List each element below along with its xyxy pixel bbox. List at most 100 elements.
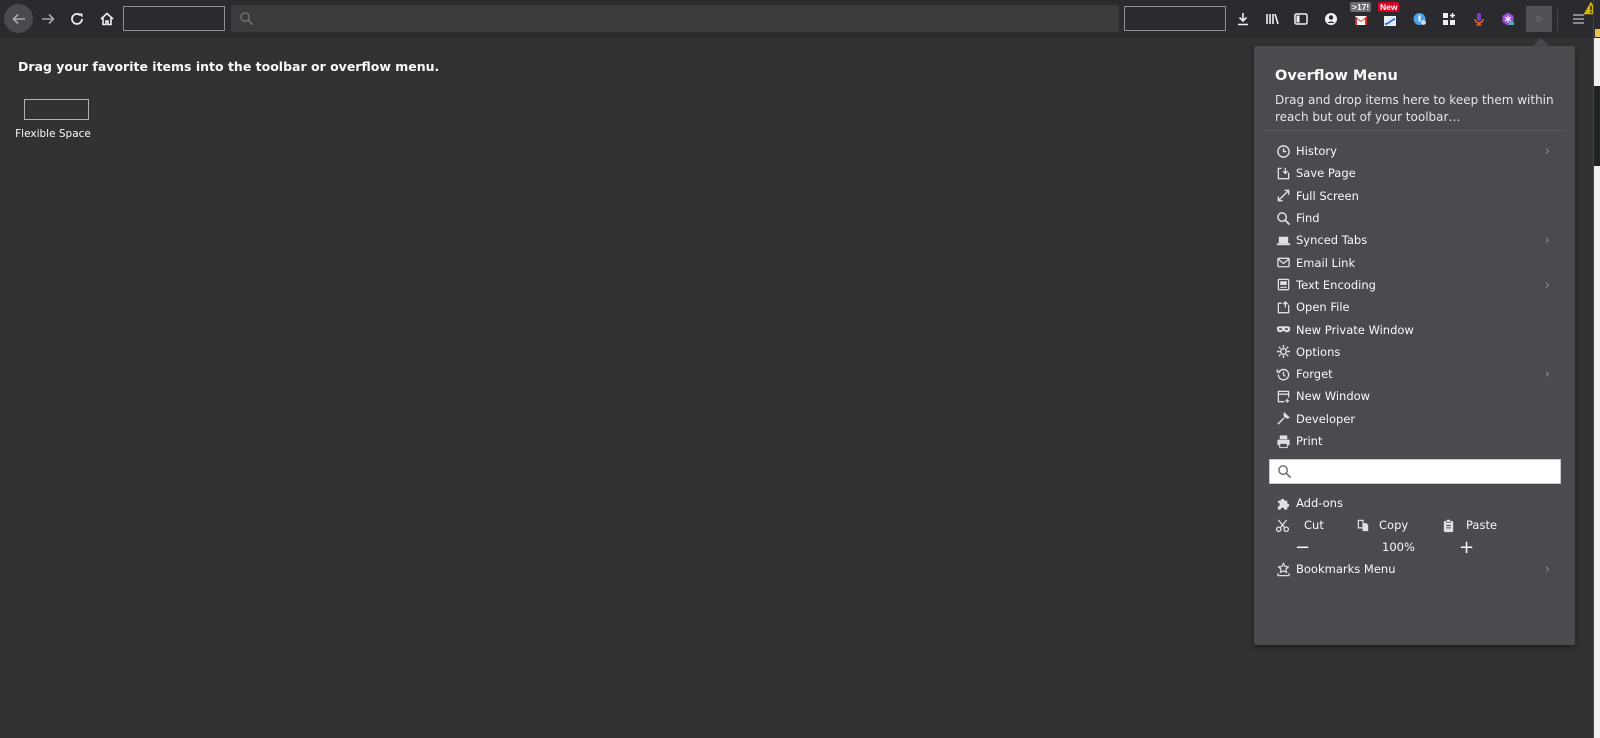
- background-window-edge: [1593, 0, 1600, 738]
- menu-item-label: Print: [1296, 434, 1323, 448]
- menu-item-label: Add-ons: [1296, 496, 1343, 511]
- account-button[interactable]: [1317, 5, 1345, 33]
- main-menu-button[interactable]: [1565, 1, 1599, 33]
- save-page-icon: [1275, 165, 1291, 181]
- gmail-extension-button[interactable]: >17!: [1347, 2, 1375, 33]
- copy-label: Copy: [1379, 518, 1409, 532]
- printer-icon: [1275, 433, 1291, 449]
- menu-item-developer[interactable]: Developer: [1264, 408, 1565, 430]
- paste-button[interactable]: Paste: [1441, 514, 1497, 536]
- open-file-icon: [1275, 299, 1291, 315]
- forward-button[interactable]: [34, 5, 62, 33]
- menu-item-history[interactable]: History ›: [1264, 140, 1565, 162]
- double-chevron-icon: »: [1534, 11, 1544, 27]
- chevron-right-icon: ›: [1544, 277, 1550, 293]
- mask-icon: [1275, 322, 1291, 338]
- overflow-menu-panel: Overflow Menu Drag and drop items here t…: [1254, 46, 1575, 645]
- menu-item-forget[interactable]: Forget ›: [1264, 363, 1565, 385]
- extension-button[interactable]: [1406, 5, 1434, 33]
- flexible-space-label: Flexible Space: [15, 128, 91, 140]
- panel-search-field[interactable]: [1269, 459, 1561, 484]
- panel-search-input[interactable]: [1292, 464, 1560, 479]
- scissors-icon: [1275, 518, 1290, 532]
- menu-item-synced-tabs[interactable]: Synced Tabs ›: [1264, 229, 1565, 251]
- panel-title: Overflow Menu: [1275, 68, 1398, 84]
- apps-icon: [1443, 13, 1455, 25]
- chevron-right-icon: ›: [1544, 562, 1550, 577]
- menu-item-new-private-window[interactable]: New Private Window: [1264, 318, 1565, 340]
- home-button[interactable]: [93, 5, 121, 33]
- bookmarks-container: Bookmarks Menu ›: [1264, 558, 1565, 580]
- puzzle-icon: [1275, 495, 1291, 511]
- downloads-button[interactable]: [1229, 5, 1257, 33]
- zoom-out-button[interactable]: −: [1295, 536, 1310, 558]
- menu-item-label: Email Link: [1296, 255, 1356, 270]
- addons-container: Add-ons: [1264, 492, 1565, 514]
- menu-item-find[interactable]: Find: [1264, 207, 1565, 229]
- menu-item-label: New Private Window: [1296, 322, 1414, 337]
- menu-item-text-encoding[interactable]: Text Encoding ›: [1264, 274, 1565, 296]
- zoom-level: 100%: [1382, 540, 1415, 554]
- zoom-in-button[interactable]: +: [1459, 536, 1474, 558]
- extension-icon: [1413, 13, 1426, 25]
- url-input[interactable]: [254, 11, 1119, 26]
- arrow-left-icon: [11, 13, 25, 24]
- menu-item-label: Forget: [1296, 367, 1333, 382]
- cut-label: Cut: [1304, 518, 1324, 532]
- arrow-right-icon: [42, 13, 55, 25]
- flexible-space-placeholder: [1124, 6, 1226, 31]
- menu-item-print[interactable]: Print: [1264, 430, 1565, 452]
- reload-icon: [71, 13, 83, 25]
- menu-item-label: Text Encoding: [1296, 277, 1376, 292]
- library-button[interactable]: [1258, 5, 1286, 33]
- slides-extension-button[interactable]: New: [1376, 2, 1404, 33]
- clipboard-icon: [1443, 518, 1454, 532]
- copy-icon: [1357, 519, 1369, 531]
- customize-hint: Drag your favorite items into the toolba…: [18, 59, 440, 74]
- menu-item-new-window[interactable]: New Window: [1264, 385, 1565, 407]
- search-icon: [1278, 465, 1292, 479]
- cut-button[interactable]: Cut: [1275, 514, 1324, 536]
- menu-item-label: Save Page: [1296, 166, 1356, 181]
- menu-item-label: New Window: [1296, 389, 1371, 404]
- panel-description: Drag and drop items here to keep them wi…: [1275, 93, 1554, 124]
- menu-item-addons[interactable]: Add-ons: [1264, 492, 1565, 514]
- paste-label: Paste: [1466, 518, 1498, 532]
- menu-item-full-screen[interactable]: Full Screen: [1264, 185, 1565, 207]
- menu-item-label: Open File: [1296, 300, 1350, 315]
- zoom-reset-button[interactable]: 100%: [1382, 536, 1415, 558]
- search-icon: [240, 12, 254, 26]
- menu-item-label: Find: [1296, 211, 1320, 226]
- microphone-extension-button[interactable]: [1465, 5, 1493, 33]
- menu-item-label: History: [1296, 144, 1337, 159]
- flexible-space-item[interactable]: Flexible Space: [15, 99, 92, 140]
- menu-item-bookmarks-menu[interactable]: Bookmarks Menu ›: [1264, 558, 1565, 580]
- menu-item-options[interactable]: Options: [1264, 341, 1565, 363]
- menu-item-label: Bookmarks Menu: [1296, 562, 1396, 577]
- badge-count: >17!: [1350, 2, 1372, 12]
- chevron-right-icon: ›: [1544, 144, 1550, 159]
- sidebar-button[interactable]: [1287, 5, 1315, 33]
- purple-extension-button[interactable]: [1494, 5, 1522, 33]
- reload-button[interactable]: [63, 5, 91, 33]
- zoom-controls: − 100% +: [1275, 536, 1565, 558]
- gmail-extension-icon: [1355, 16, 1367, 25]
- flexible-space-placeholder: [123, 6, 225, 31]
- copy-button[interactable]: Copy: [1356, 514, 1408, 536]
- purple-extension-icon: [1502, 12, 1514, 26]
- menu-item-label: Options: [1296, 344, 1341, 359]
- menu-item-save-page[interactable]: Save Page: [1264, 162, 1565, 184]
- gear-icon: [1275, 344, 1291, 360]
- apps-button[interactable]: [1435, 5, 1463, 33]
- overflow-menu-button[interactable]: »: [1526, 6, 1552, 32]
- minus-icon: −: [1295, 536, 1311, 558]
- menu-item-email-link[interactable]: Email Link: [1264, 251, 1565, 273]
- url-bar[interactable]: [231, 5, 1119, 32]
- downloads-icon: [1238, 13, 1248, 26]
- menu-item-open-file[interactable]: Open File: [1264, 296, 1565, 318]
- panel-separator: [1265, 130, 1565, 131]
- sidebar-icon: [1294, 13, 1308, 25]
- panel-arrow: [1533, 38, 1549, 46]
- back-button[interactable]: [4, 4, 33, 33]
- clock-icon: [1275, 143, 1291, 159]
